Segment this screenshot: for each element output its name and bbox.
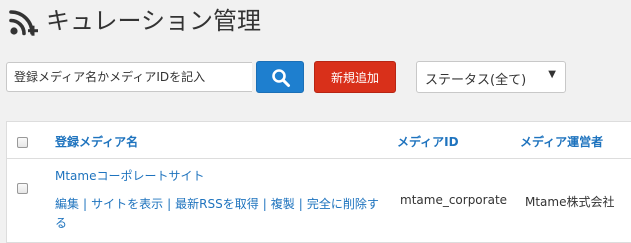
select-all-checkbox[interactable]	[17, 137, 28, 148]
page-header: キュレーション管理	[0, 0, 631, 44]
table-header: 登録メディア名 メディアID メディア運営者	[7, 122, 631, 159]
column-header-name[interactable]: 登録メディア名	[55, 133, 138, 150]
page-title: キュレーション管理	[46, 7, 262, 35]
media-id-cell: mtame_corporate	[400, 193, 508, 207]
duplicate-link[interactable]: 複製	[271, 197, 295, 211]
search-button[interactable]	[256, 61, 304, 93]
fetch-rss-link[interactable]: 最新RSSを取得	[175, 197, 259, 211]
view-site-link[interactable]: サイトを表示	[91, 197, 163, 211]
rss-add-icon	[9, 10, 38, 36]
media-table: 登録メディア名 メディアID メディア運営者 Mtameコーポレートサイト 編集…	[6, 121, 631, 243]
search-icon	[272, 69, 290, 87]
search-input[interactable]	[6, 62, 252, 92]
column-header-media-id[interactable]: メディアID	[397, 133, 459, 150]
row-actions: 編集 | サイトを表示 | 最新RSSを取得 | 複製 | 完全に削除する	[55, 195, 383, 233]
edit-link[interactable]: 編集	[55, 197, 79, 211]
column-header-operator[interactable]: メディア運営者	[520, 133, 603, 150]
table-row: Mtameコーポレートサイト 編集 | サイトを表示 | 最新RSSを取得 | 複製 | 完全に…	[7, 158, 631, 242]
chevron-down-icon: ▼	[548, 69, 556, 80]
separator: |	[262, 197, 267, 211]
status-filter-select[interactable]: ステータス(全て) ▼	[416, 61, 566, 93]
media-name-link[interactable]: Mtameコーポレートサイト	[55, 167, 205, 184]
add-new-button[interactable]: 新規追加	[314, 61, 396, 93]
status-filter-value: ステータス(全て)	[425, 73, 527, 88]
separator: |	[298, 197, 303, 211]
separator: |	[167, 197, 172, 211]
operator-cell: Mtame株式会社	[525, 195, 615, 209]
row-select-checkbox[interactable]	[17, 183, 28, 194]
separator: |	[83, 197, 88, 211]
